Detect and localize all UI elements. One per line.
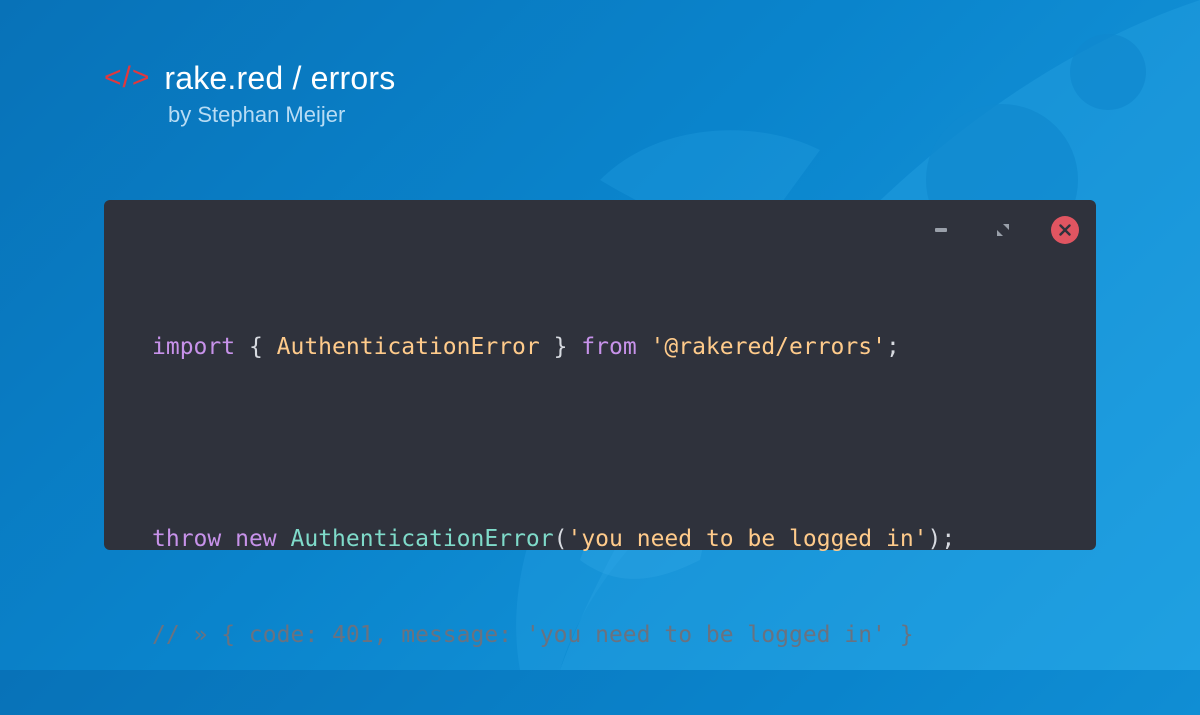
brand-header: </> rake.red / errors by Stephan Meijer	[104, 58, 395, 128]
punctuation: ;	[885, 334, 900, 360]
punctuation	[221, 526, 235, 552]
message-string: 'you need to be logged in'	[567, 526, 928, 552]
resize-icon	[997, 224, 1009, 236]
code-block: import { AuthenticationError } from '@ra…	[152, 267, 955, 715]
minimize-icon	[935, 228, 947, 232]
keyword-new: new	[235, 526, 277, 552]
code-logo-icon: </>	[104, 61, 151, 94]
brand-title: rake.red / errors	[164, 60, 396, 96]
code-comment: // » { code: 401, message: 'you need to …	[152, 622, 914, 648]
keyword-from: from	[581, 334, 637, 360]
constructor-name: AuthenticationError	[290, 526, 554, 552]
close-icon	[1059, 224, 1071, 236]
code-line-throw: throw new AuthenticationError('you need …	[152, 523, 955, 555]
code-line-import: import { AuthenticationError } from '@ra…	[152, 331, 955, 363]
window-controls	[893, 216, 1079, 244]
minimize-button[interactable]	[927, 216, 955, 244]
code-window: import { AuthenticationError } from '@ra…	[104, 200, 1096, 648]
class-name: AuthenticationError	[276, 334, 540, 360]
brand-row: </> rake.red / errors	[104, 58, 395, 98]
brand-subtitle: by Stephan Meijer	[168, 102, 346, 127]
punctuation: }	[539, 334, 582, 360]
punctuation: (	[553, 526, 568, 552]
punctuation	[637, 334, 651, 360]
keyword-throw: throw	[152, 526, 222, 552]
punctuation: );	[927, 526, 956, 552]
punctuation: {	[235, 334, 277, 360]
module-string: '@rakered/errors'	[650, 334, 886, 360]
resize-button[interactable]	[989, 216, 1017, 244]
punctuation	[277, 526, 291, 552]
close-button[interactable]	[1051, 216, 1079, 244]
keyword-import: import	[152, 334, 236, 360]
